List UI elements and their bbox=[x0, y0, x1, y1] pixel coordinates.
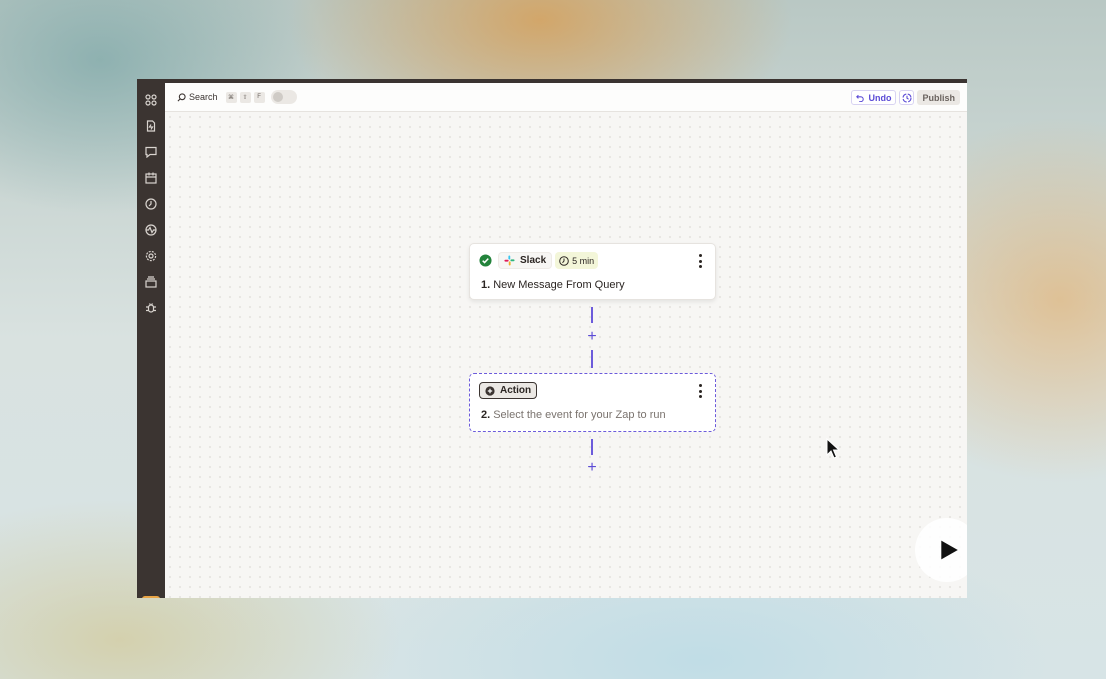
connector-line bbox=[591, 439, 593, 455]
history-icon bbox=[902, 92, 912, 103]
undo-button[interactable]: Undo bbox=[851, 90, 897, 105]
connector-line bbox=[591, 350, 593, 368]
top-actions: Undo Publish bbox=[851, 90, 960, 105]
step-event: New Message From Query bbox=[493, 279, 625, 291]
action-step-header: Action bbox=[479, 382, 538, 399]
zap-file-icon[interactable] bbox=[144, 119, 158, 133]
search-icon bbox=[177, 92, 186, 101]
trigger-step-card[interactable]: Slack 5 min 1. New Message From Query bbox=[469, 243, 716, 300]
add-step-button[interactable]: + bbox=[585, 329, 599, 345]
step-event-placeholder: Select the event for your Zap to run bbox=[493, 409, 666, 421]
check-circle-icon bbox=[479, 254, 492, 267]
shortcut-key-f: F bbox=[253, 91, 265, 103]
bug-icon[interactable] bbox=[144, 301, 158, 315]
more-options-icon[interactable] bbox=[697, 384, 703, 398]
search-label: Search bbox=[189, 92, 218, 102]
chat-icon[interactable] bbox=[144, 145, 158, 159]
play-video-button[interactable] bbox=[915, 518, 967, 582]
play-icon bbox=[941, 540, 958, 560]
undo-icon bbox=[856, 94, 865, 102]
clock-icon bbox=[559, 255, 569, 266]
polling-interval: 5 min bbox=[572, 255, 595, 266]
trigger-step-header: Slack 5 min bbox=[479, 252, 599, 269]
calendar-icon[interactable] bbox=[144, 171, 158, 185]
trigger-step-title: 1. New Message From Query bbox=[481, 279, 625, 291]
stack-icon[interactable] bbox=[144, 275, 158, 289]
apps-icon[interactable] bbox=[144, 93, 158, 107]
account-avatar[interactable] bbox=[142, 596, 160, 598]
app-name: Slack bbox=[520, 255, 547, 266]
add-step-button[interactable]: + bbox=[585, 460, 599, 476]
publish-button[interactable]: Publish bbox=[917, 90, 960, 105]
step-number: 1. bbox=[481, 279, 491, 291]
view-toggle[interactable] bbox=[270, 90, 297, 104]
history-icon[interactable] bbox=[144, 197, 158, 211]
action-step-title: 2. Select the event for your Zap to run bbox=[481, 409, 666, 421]
shortcut-key-shift: ⇧ bbox=[239, 91, 251, 103]
action-step-card[interactable]: Action 2. Select the event for your Zap t… bbox=[469, 373, 716, 432]
search-button[interactable]: Search ⌘ ⇧ F bbox=[177, 91, 265, 103]
zap-canvas[interactable]: Slack 5 min 1. New Message From Query + A… bbox=[165, 112, 967, 598]
slack-logo-icon bbox=[504, 255, 515, 266]
polling-interval-badge: 5 min bbox=[555, 252, 599, 269]
version-history-button[interactable] bbox=[899, 90, 915, 105]
activity-icon[interactable] bbox=[144, 223, 158, 237]
app-badge-action[interactable]: Action bbox=[479, 382, 538, 399]
settings-icon[interactable] bbox=[144, 249, 158, 263]
zap-editor-window: Search ⌘ ⇧ F Undo Publish Slack 5 min 1.… bbox=[137, 79, 967, 598]
sidebar bbox=[137, 83, 165, 598]
top-toolbar: Search ⌘ ⇧ F Undo Publish bbox=[165, 83, 967, 112]
more-options-icon[interactable] bbox=[697, 254, 703, 268]
shortcut-key-cmd: ⌘ bbox=[225, 91, 237, 103]
step-number: 2. bbox=[481, 409, 491, 421]
app-badge-slack[interactable]: Slack bbox=[498, 252, 553, 269]
plus-circle-icon bbox=[485, 385, 495, 396]
app-name: Action bbox=[500, 385, 532, 396]
connector-line bbox=[591, 307, 593, 323]
undo-label: Undo bbox=[868, 92, 892, 103]
mouse-pointer-icon bbox=[826, 438, 840, 459]
